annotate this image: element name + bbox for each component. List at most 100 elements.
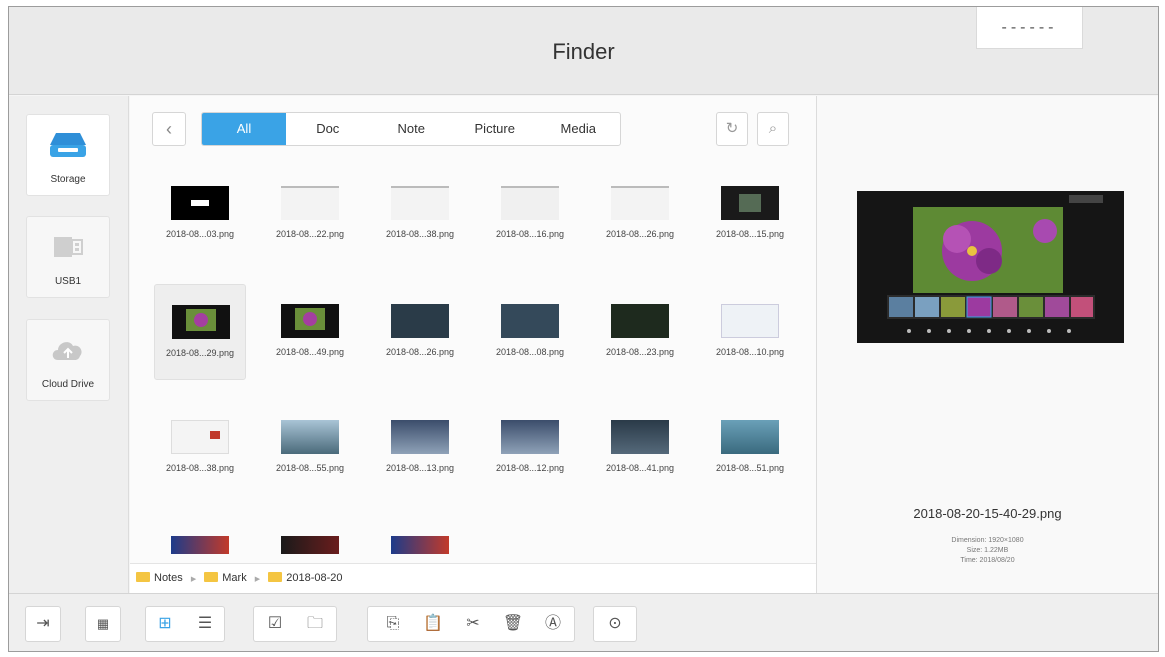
- view-group: ⊞ ☰: [145, 606, 225, 642]
- file-name: 2018-08...23.png: [605, 347, 675, 357]
- file-item[interactable]: 2018-08...38.png: [154, 400, 246, 496]
- multiwindow-group: ▦: [85, 606, 121, 642]
- file-item[interactable]: [154, 516, 246, 554]
- exit-group: ⇥: [25, 606, 61, 642]
- tab-doc[interactable]: Doc: [286, 113, 370, 145]
- file-item[interactable]: 2018-08...10.png: [704, 284, 796, 380]
- cut-button[interactable]: ✂: [456, 607, 490, 641]
- more-icon: ⊙: [608, 615, 622, 632]
- file-name: 2018-08...22.png: [275, 229, 345, 239]
- grid-view-icon: ⊞: [158, 615, 172, 632]
- file-name: 2018-08...03.png: [165, 229, 235, 239]
- file-thumbnail: [391, 536, 449, 554]
- filter-tabs: All Doc Note Picture Media: [201, 112, 621, 146]
- file-browser: ‹ All Doc Note Picture Media ↻ ⌕ 2018-08…: [130, 96, 816, 593]
- chevron-right-icon: ▶: [190, 576, 197, 583]
- sidebar-item-cloud-drive[interactable]: Cloud Drive: [26, 319, 110, 401]
- tab-all[interactable]: All: [202, 113, 286, 145]
- refresh-button[interactable]: ↻: [716, 112, 748, 146]
- file-item[interactable]: 2018-08...22.png: [264, 166, 356, 262]
- file-item[interactable]: 2018-08...16.png: [484, 166, 576, 262]
- select-button[interactable]: ☑: [258, 607, 292, 641]
- delete-button[interactable]: 🗑: [496, 607, 530, 641]
- file-thumbnail: [171, 420, 229, 454]
- file-name: 2018-08...29.png: [165, 348, 235, 358]
- file-item-selected[interactable]: 2018-08...29.png: [154, 284, 246, 380]
- breadcrumb-item[interactable]: Notes: [154, 572, 183, 584]
- breadcrumb-item[interactable]: 2018-08-20: [286, 572, 342, 584]
- title-bar: Finder ------: [9, 7, 1158, 95]
- file-thumbnail: [281, 420, 339, 454]
- file-thumbnail: [501, 304, 559, 338]
- rename-icon: Ⓐ: [544, 615, 561, 632]
- file-item[interactable]: 2018-08...41.png: [594, 400, 686, 496]
- file-item[interactable]: [374, 516, 466, 554]
- file-thumbnail: [501, 186, 559, 220]
- file-item[interactable]: 2018-08...13.png: [374, 400, 466, 496]
- list-view-button[interactable]: ☰: [188, 607, 222, 641]
- sidebar-item-storage[interactable]: Storage: [26, 114, 110, 196]
- more-group: ⊙: [593, 606, 637, 642]
- file-thumbnail: [281, 536, 339, 554]
- file-item[interactable]: 2018-08...03.png: [154, 166, 246, 262]
- sidebar-item-usb1[interactable]: USB1: [26, 216, 110, 298]
- folder-icon: [268, 572, 283, 582]
- breadcrumb: Notes ▶ Mark ▶ 2018-08-20: [130, 563, 816, 593]
- more-button[interactable]: ⊙: [598, 607, 632, 641]
- bottom-toolbar: ⇥ ▦ ⊞ ☰ ☑ 🗀 ⎘ 📋 ✂ 🗑 Ⓐ ⊙: [9, 593, 1158, 651]
- file-name: 2018-08...10.png: [715, 347, 785, 357]
- file-name: 2018-08...49.png: [275, 347, 345, 357]
- file-item[interactable]: 2018-08...15.png: [704, 166, 796, 262]
- paste-button[interactable]: 📋: [416, 607, 450, 641]
- preview-image: [857, 191, 1124, 343]
- file-name: 2018-08...38.png: [385, 229, 455, 239]
- exit-icon: ⇥: [36, 615, 50, 632]
- copy-button[interactable]: ⎘: [376, 607, 410, 641]
- folder-icon: [136, 572, 150, 582]
- file-thumbnail: [391, 186, 449, 220]
- preview-dimension: Dimension: 1920×1080: [951, 537, 1024, 544]
- refresh-icon: ↻: [725, 120, 739, 137]
- sidebar-item-label: Cloud Drive: [41, 379, 95, 390]
- file-thumbnail: [611, 186, 669, 220]
- back-button[interactable]: ‹: [152, 112, 186, 146]
- file-item[interactable]: 2018-08...49.png: [264, 284, 356, 380]
- sidebar-item-label: USB1: [54, 276, 82, 287]
- exit-button[interactable]: ⇥: [26, 607, 60, 641]
- title-box: ------: [976, 7, 1083, 49]
- grid-view-button[interactable]: ⊞: [148, 607, 182, 641]
- preview-size: Size: 1.22MB: [966, 547, 1009, 554]
- file-item[interactable]: 2018-08...38.png: [374, 166, 466, 262]
- preview-time: Time: 2018/08/20: [960, 557, 1015, 564]
- tab-picture[interactable]: Picture: [453, 113, 537, 145]
- sidebar-item-label: Storage: [50, 174, 86, 185]
- rename-button[interactable]: Ⓐ: [536, 607, 570, 641]
- select-icon: ☑: [267, 615, 283, 632]
- paste-icon: 📋: [423, 615, 443, 632]
- breadcrumb-item[interactable]: Mark: [222, 572, 246, 584]
- file-item[interactable]: [264, 516, 356, 554]
- preview-filename: 2018-08-20-15-40-29.png: [913, 506, 1062, 521]
- sidebar: Storage USB1 Cloud Drive: [9, 96, 129, 593]
- new-folder-icon: 🗀: [306, 615, 323, 632]
- file-name: 2018-08...55.png: [275, 463, 345, 473]
- file-thumbnail: [391, 420, 449, 454]
- tab-media[interactable]: Media: [537, 113, 621, 145]
- tab-note[interactable]: Note: [370, 113, 454, 145]
- file-item[interactable]: 2018-08...55.png: [264, 400, 356, 496]
- multi-window-button[interactable]: ▦: [86, 607, 120, 641]
- search-button[interactable]: ⌕: [757, 112, 789, 146]
- file-item[interactable]: 2018-08...51.png: [704, 400, 796, 496]
- file-item[interactable]: 2018-08...23.png: [594, 284, 686, 380]
- cut-icon: ✂: [466, 615, 480, 632]
- file-name: 2018-08...08.png: [495, 347, 565, 357]
- new-folder-button[interactable]: 🗀: [298, 607, 332, 641]
- file-item[interactable]: 2018-08...08.png: [484, 284, 576, 380]
- file-item[interactable]: 2018-08...12.png: [484, 400, 576, 496]
- file-item[interactable]: 2018-08...26.png: [594, 166, 686, 262]
- file-thumbnail: [501, 420, 559, 454]
- file-name: 2018-08...12.png: [495, 463, 565, 473]
- file-thumbnail: [721, 420, 779, 454]
- file-thumbnail: [172, 305, 230, 339]
- file-item[interactable]: 2018-08...26.png: [374, 284, 466, 380]
